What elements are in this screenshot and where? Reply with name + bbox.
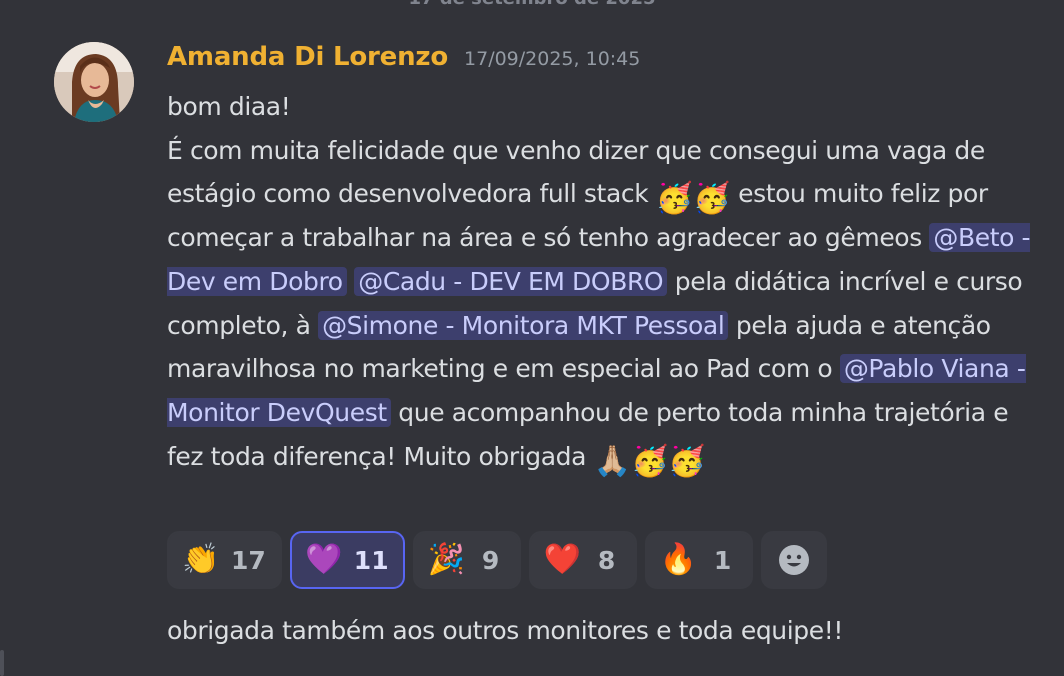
mention-simone[interactable]: @Simone - Monitora MKT Pessoal xyxy=(318,310,729,340)
reaction-purple-heart[interactable]: 💜 11 xyxy=(289,531,405,589)
reaction-count: 9 xyxy=(481,545,500,575)
reaction-red-heart[interactable]: ❤️ 8 xyxy=(528,531,637,589)
purple-heart-icon: 💜 xyxy=(305,542,343,577)
partying-face-emoji: 🥳 xyxy=(693,181,731,217)
message-header: Amanda Di Lorenzo 17/09/2025, 10:45 xyxy=(167,42,640,82)
mention-cadu[interactable]: @Cadu - DEV EM DOBRO xyxy=(354,266,668,296)
reaction-count: 1 xyxy=(713,545,732,575)
fire-icon: 🔥 xyxy=(659,542,698,577)
message-line: bom diaa! xyxy=(167,92,291,121)
partying-face-emoji: 🥳 xyxy=(655,181,694,217)
followup-message: obrigada também aos outros monitores e t… xyxy=(167,616,843,645)
reaction-bar: 👏 17 💜 11 🎉 9 ❤️ 8 🔥 1 xyxy=(167,531,827,589)
folded-hands-emoji: 🙏🏼 xyxy=(593,443,631,479)
red-heart-icon: ❤️ xyxy=(543,542,582,577)
partying-face-emoji: 🥳 xyxy=(668,443,706,479)
reaction-count: 17 xyxy=(231,545,266,575)
clapping-hands-icon: 👏 xyxy=(182,542,220,577)
reaction-fire[interactable]: 🔥 1 xyxy=(644,531,753,589)
message-content: bom diaa! É com muita felicidade que ven… xyxy=(167,85,1037,478)
timestamp[interactable]: 17/09/2025, 10:45 xyxy=(464,48,640,70)
reaction-tada[interactable]: 🎉 9 xyxy=(412,531,521,589)
scroll-indicator[interactable] xyxy=(0,650,4,676)
date-divider: 17 de setembro de 2025 xyxy=(0,0,1064,9)
avatar[interactable] xyxy=(54,42,134,122)
reaction-clap[interactable]: 👏 17 xyxy=(167,531,282,589)
username[interactable]: Amanda Di Lorenzo xyxy=(167,42,448,72)
party-popper-icon: 🎉 xyxy=(427,542,466,577)
reaction-count: 8 xyxy=(597,545,616,575)
smiley-icon xyxy=(778,545,809,575)
reaction-count: 11 xyxy=(353,545,389,575)
chat-view: 17 de setembro de 2025 Amanda Di Lorenzo… xyxy=(0,0,1064,676)
avatar-image xyxy=(54,42,134,122)
add-reaction-button[interactable] xyxy=(760,531,827,589)
message-paragraph: É com muita felicidade que venho dizer q… xyxy=(167,129,1037,479)
partying-face-emoji: 🥳 xyxy=(630,443,669,479)
